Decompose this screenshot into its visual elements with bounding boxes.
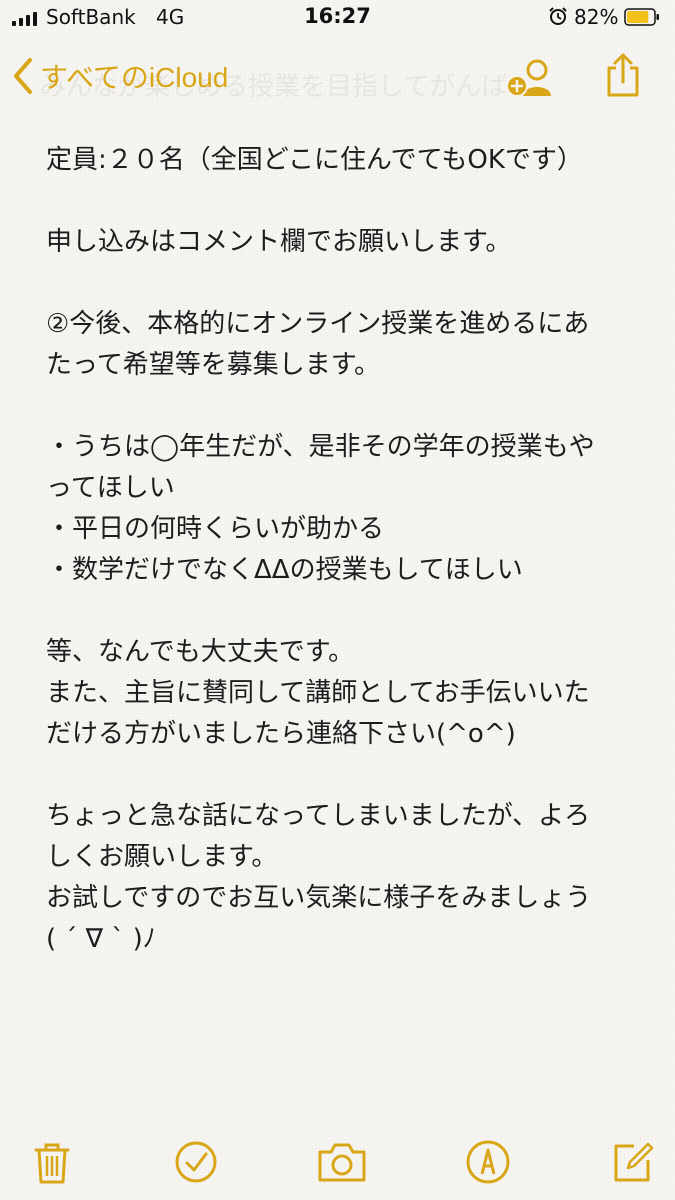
back-button-label: すべてのiCloud [40,62,229,93]
note-line: ②今後、本格的にオンライン授業を進めるにあ [46,309,590,339]
note-line: ・数学だけでなくΔΔの授業もしてほしい [46,555,523,585]
battery-percent: 82% [574,5,619,29]
note-blank-line [46,386,646,427]
note-body[interactable]: 定員:２０名（全国どこに住んでてもOKです） 申し込みはコメント欄でお願いします。… [46,140,646,960]
back-button[interactable]: すべてのiCloud [10,54,228,98]
note-line: ってほしい [46,473,175,503]
add-person-icon[interactable] [505,56,555,100]
bottom-toolbar [0,1110,675,1200]
note-blank-line [46,263,646,304]
navigation-bar: みんなが楽しめる授業を目指してがんば すべてのiCloud [0,40,675,116]
alarm-icon [549,7,567,25]
note-line: ちょっと急な話になってしまいましたが、よろ [46,801,591,831]
battery-fill [627,11,649,23]
note-line: 定員:２０名（全国どこに住んでてもOKです） [46,145,583,175]
chevron-left-icon [14,58,32,94]
note-line: しくお願いします。 [46,842,278,872]
battery-icon [624,8,659,26]
note-line: ・平日の何時くらいが助かる [46,514,385,544]
note-line: お試しですのでお互い気楽に様子をみましょう [46,883,592,913]
note-line: また、主旨に賛同して講師としてお手伝いいた [46,678,590,708]
trash-icon[interactable] [28,1138,76,1186]
checklist-icon[interactable] [172,1138,220,1186]
note-line: ( ´ ∇ ` )ﾉ [46,924,156,954]
note-line: ・うちは◯年生だが、是非その学年の授業もや [46,432,595,462]
markup-pen-icon[interactable] [464,1138,512,1186]
note-blank-line [46,591,646,632]
note-blank-line [46,755,646,796]
note-line: たって希望等を募集します。 [46,350,381,380]
note-line: 申し込みはコメント欄でお願いします。 [46,227,512,257]
note-blank-line [46,181,646,222]
status-bar: SoftBank 4G 16:27 82% [0,0,675,36]
camera-icon[interactable] [316,1138,368,1186]
note-line: 等、なんでも大丈夫です。 [46,637,355,667]
share-icon[interactable] [604,52,642,98]
compose-icon[interactable] [608,1138,656,1186]
note-line: だける方がいましたら連絡下さい(^o^) [46,719,516,749]
